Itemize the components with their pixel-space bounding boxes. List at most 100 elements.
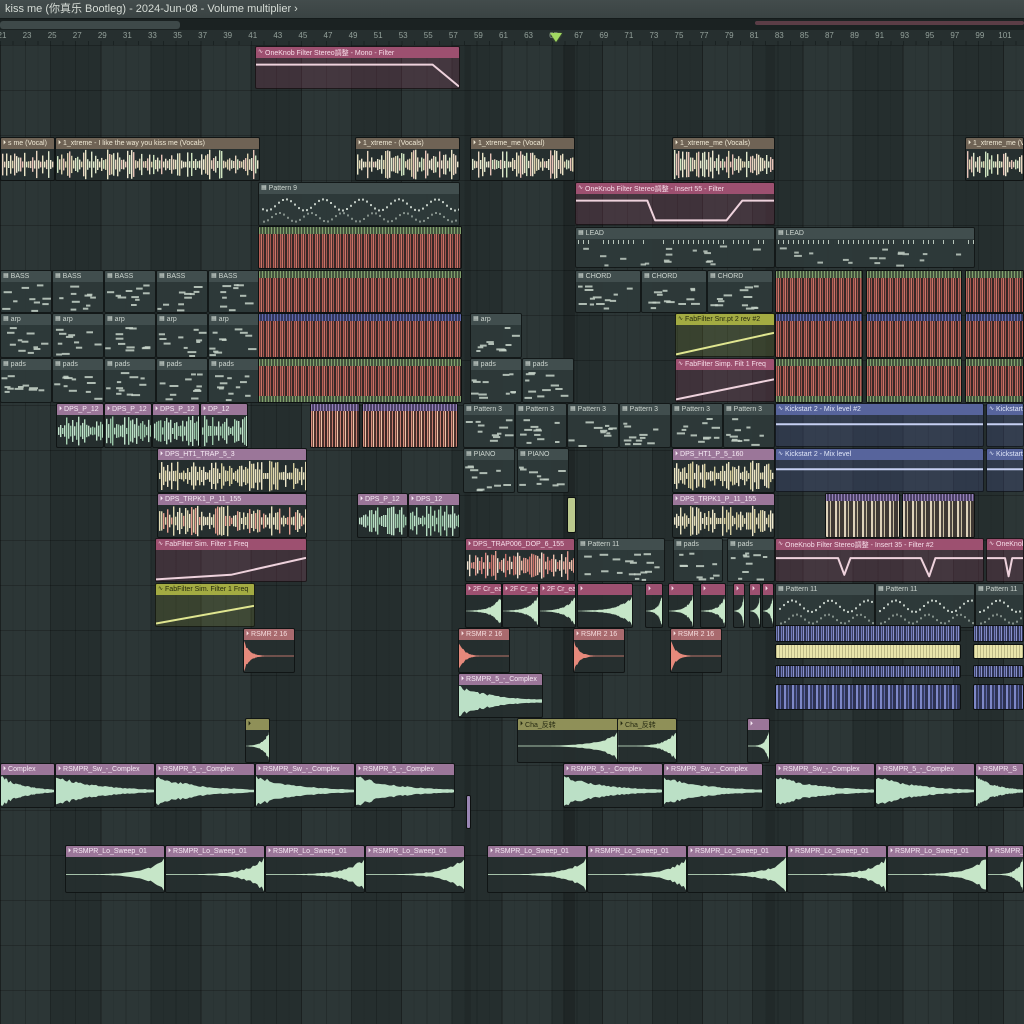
audio-clip[interactable]: ⏵ (762, 583, 774, 628)
waveform-clip[interactable] (310, 403, 360, 448)
pattern-clip[interactable]: ▦BASS (156, 270, 208, 313)
pattern-clip[interactable]: ▦BASS (52, 270, 104, 313)
automation-clip[interactable]: ∿OneKnob Filter Stereo調整 - Insert 55 - F… (575, 182, 775, 225)
pattern-clip[interactable]: ▦Pattern 3 (515, 403, 567, 448)
waveform-clip[interactable] (866, 358, 962, 403)
waveform-clip[interactable] (258, 270, 462, 313)
audio-clip[interactable]: ⏵ (747, 718, 770, 763)
audio-clip[interactable]: ⏵ (245, 718, 270, 763)
waveform-clip[interactable] (965, 358, 1024, 403)
automation-clip[interactable]: ∿FabFilter Simp. Filt 1 Freq (675, 358, 775, 402)
automation-clip[interactable]: ∿Kickstart 2 (986, 448, 1024, 492)
waveform-clip[interactable] (973, 625, 1024, 642)
audio-clip[interactable]: ⏵1_xtreme_me (Vocal) (470, 137, 575, 181)
audio-clip[interactable]: ⏵ (700, 583, 726, 628)
pattern-clip[interactable]: ▦pads (673, 538, 723, 582)
waveform-clip[interactable] (902, 493, 975, 538)
audio-clip[interactable]: ⏵DPS_TRPK1_P_11_155 (157, 493, 307, 538)
audio-clip[interactable]: ⏵DPS_HT1_P_5_160 (672, 448, 775, 493)
pattern-clip[interactable]: ▦LEAD (575, 227, 775, 268)
audio-clip[interactable]: ⏵RSMR 2 16 (243, 628, 295, 673)
audio-clip[interactable]: ⏵DP_12 (200, 403, 248, 448)
waveform-clip[interactable] (866, 270, 962, 313)
pattern-clip[interactable]: ▦CHORD (707, 270, 773, 313)
audio-clip[interactable]: ⏵Cha_反转 (617, 718, 677, 763)
audio-clip[interactable]: ⏵RSMPR_Lo_Sweep_01 (787, 845, 887, 893)
waveform-clip[interactable] (775, 684, 961, 710)
pattern-clip[interactable]: ▦CHORD (575, 270, 641, 313)
pattern-clip[interactable]: ▦arp (208, 313, 260, 358)
waveform-clip[interactable] (775, 644, 961, 659)
pattern-clip[interactable]: ▦CHORD (641, 270, 707, 313)
pattern-clip[interactable]: ▦Pattern 9 (258, 182, 460, 226)
pattern-clip[interactable]: ▦Pattern 11 (775, 583, 875, 628)
audio-clip[interactable]: ⏵RSMPR_Sw_-_Complex (663, 763, 763, 808)
audio-clip[interactable]: ⏵RSMPR_5_-_Complex (355, 763, 455, 808)
waveform-clip[interactable] (973, 644, 1024, 659)
waveform-clip[interactable] (965, 270, 1024, 313)
audio-clip[interactable]: ⏵1_xtreme - I like the way you kiss me (… (55, 137, 260, 181)
audio-clip[interactable]: ⏵ (749, 583, 761, 628)
audio-clip[interactable]: ⏵RSMPR_Sw_-_Complex (55, 763, 155, 808)
pattern-clip[interactable]: ▦Pattern 3 (671, 403, 723, 448)
audio-clip[interactable]: ⏵DPS_TRAP006_DOP_6_155 (465, 538, 575, 582)
pattern-clip[interactable]: ▦arp (0, 313, 52, 358)
audio-clip[interactable]: ⏵2F Cr_early (465, 583, 502, 628)
audio-clip[interactable]: ⏵RSMPR_Lo_Sweep_01 (165, 845, 265, 893)
audio-clip[interactable]: ⏵RSMPR_Lo_Sweep_01 (65, 845, 165, 893)
audio-clip[interactable]: ⏵RSMPR_Lo_Sweep_01 (265, 845, 365, 893)
waveform-clip[interactable] (258, 358, 462, 403)
waveform-clip[interactable] (775, 625, 961, 642)
timeline-ruler[interactable]: 2123252729313335373941434547495153555759… (0, 30, 1024, 46)
pattern-clip[interactable]: ▦Pattern 11 (577, 538, 665, 582)
audio-clip[interactable]: ⏵RSMPR_5_-_Complex (875, 763, 975, 808)
audio-clip[interactable]: ⏵RSMPR_5_-_Complex (563, 763, 663, 808)
audio-clip[interactable]: ⏵RSMPR_Lo_Sweep_01 (487, 845, 587, 893)
audio-clip[interactable]: ⏵RSMPR_Sw_-_Complex (775, 763, 875, 808)
audio-clip[interactable]: ⏵DPS_HT1_TRAP_5_3 (157, 448, 307, 493)
audio-clip[interactable]: ⏵ (733, 583, 745, 628)
pattern-clip[interactable]: ▦pads (104, 358, 156, 403)
pattern-clip[interactable]: ▦Pattern 3 (463, 403, 515, 448)
waveform-clip[interactable] (775, 665, 961, 678)
audio-clip[interactable]: ⏵s me (Vocal) (0, 137, 55, 181)
waveform-clip[interactable] (466, 795, 471, 829)
pattern-clip[interactable]: ▦arp (156, 313, 208, 358)
waveform-clip[interactable] (973, 665, 1024, 678)
automation-clip[interactable]: ∿Kickstart 2 - Mix level #2 (775, 403, 984, 447)
audio-clip[interactable]: ⏵RSMPR_Sw_-_Complex (255, 763, 355, 808)
waveform-clip[interactable] (258, 313, 462, 358)
audio-clip[interactable]: ⏵RSMPR_5_-_Complex (155, 763, 255, 808)
audio-clip[interactable]: ⏵DPS_P_12 (357, 493, 408, 538)
pattern-clip[interactable]: ▦pads (470, 358, 522, 403)
audio-clip[interactable]: ⏵DPS_P_12 (104, 403, 152, 448)
automation-clip[interactable]: ∿FabFilter Snr.pt 2 rev #2 (675, 313, 775, 357)
automation-clip[interactable]: ∿Kickstart 2 - Mix level (775, 448, 984, 492)
audio-clip[interactable]: ⏵RSMR 2 16 (670, 628, 722, 673)
scrollbar-handle[interactable] (0, 21, 180, 29)
automation-clip[interactable]: ∿OneKnob Filter Stereo調整 - Insert 35 - F… (775, 538, 984, 582)
waveform-clip[interactable] (362, 403, 458, 448)
audio-clip[interactable]: ⏵RSMPR_L (987, 845, 1024, 893)
automation-clip[interactable]: ∿OneKnob F (986, 538, 1024, 582)
pattern-clip[interactable]: ▦pads (0, 358, 52, 403)
audio-clip[interactable]: ⏵1_xtreme_me (V (965, 137, 1024, 181)
audio-clip[interactable]: ⏵Complex (0, 763, 55, 808)
audio-clip[interactable]: ⏵RSMPR_Lo_Sweep_01 (887, 845, 987, 893)
waveform-clip[interactable] (973, 684, 1024, 710)
audio-clip[interactable]: ⏵DPS_TRPK1_P_11_155 (672, 493, 775, 538)
pattern-clip[interactable]: ▦Pattern 3 (723, 403, 775, 448)
audio-clip[interactable]: ⏵RSMPR_Lo_Sweep_01 (365, 845, 465, 893)
playlist-grid[interactable]: ∿OneKnob Filter Stereo調整 - Mono - Filter… (0, 45, 1024, 1024)
audio-clip[interactable]: ⏵RSMPR_S (975, 763, 1024, 808)
pattern-clip[interactable]: ▦PIANO (517, 448, 569, 493)
playhead-marker[interactable] (550, 33, 562, 42)
audio-clip[interactable]: ⏵DPS_P_12 (56, 403, 104, 448)
automation-clip[interactable]: ∿Kickstart 2 (986, 403, 1024, 447)
waveform-clip[interactable] (775, 358, 863, 403)
pattern-clip[interactable]: ▦arp (104, 313, 156, 358)
waveform-clip[interactable] (866, 313, 962, 358)
waveform-clip[interactable] (775, 313, 863, 358)
pattern-clip[interactable]: ▦pads (52, 358, 104, 403)
audio-clip[interactable]: ⏵RSMR 2 16 (458, 628, 510, 673)
